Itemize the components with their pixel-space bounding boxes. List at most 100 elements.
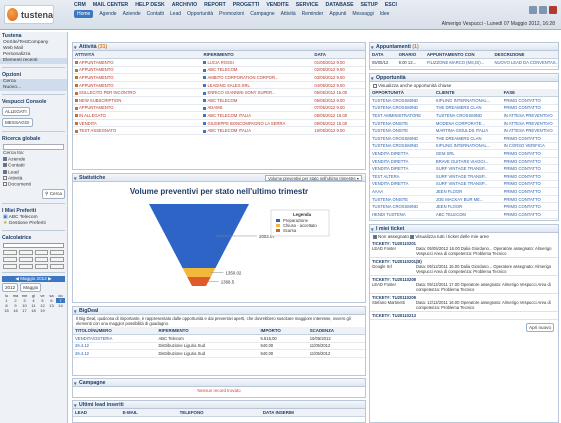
table-row[interactable]: TEST AMMINISTRATORE TUSTENA CROSSMIND IN A… xyxy=(370,111,558,120)
collapse-icon[interactable]: ▾ xyxy=(371,226,374,234)
submenu-aziende[interactable]: Aziende xyxy=(123,11,141,17)
calculator[interactable] xyxy=(3,243,64,270)
cell[interactable]: HENDI TUSTENA xyxy=(370,210,434,219)
reference-link[interactable]: LUCIA ROSSI xyxy=(201,58,313,67)
submenu-messaggi[interactable]: Messaggi xyxy=(352,11,373,17)
cell[interactable]: IN ATTESA PREVENTIVO xyxy=(501,119,558,128)
checkbox-icon[interactable] xyxy=(410,234,415,239)
menu-progetti[interactable]: PROGETTI xyxy=(233,2,260,8)
reference-link[interactable]: ABC TELECOM ITALIA xyxy=(201,126,313,135)
cell[interactable]: PRIMO CONTATTO xyxy=(501,149,558,158)
table-row[interactable]: NEW SUBSCRIPTION ABC TELECOM 05/05/2012 9.… xyxy=(73,96,365,105)
cell[interactable]: TUSTENA CROSSMIND xyxy=(433,111,502,120)
ticket-item[interactable]: TICKET#: TU20110201 LEAD Foster Data: 05/0… xyxy=(370,240,558,258)
minimize-icon[interactable] xyxy=(529,6,537,14)
menu-mail-center[interactable]: MAIL CENTER xyxy=(93,2,128,8)
checkbox-icon[interactable] xyxy=(373,83,377,88)
submenu-home[interactable]: Home xyxy=(74,10,94,18)
cell[interactable]: MARTINA GIOULDS ITALIA xyxy=(433,126,502,135)
checkbox-icon[interactable] xyxy=(3,175,7,180)
submenu-attivit-[interactable]: Attività xyxy=(281,11,296,17)
activity-link[interactable]: APPUNTAMENTO xyxy=(73,58,202,67)
maximize-icon[interactable] xyxy=(539,6,547,14)
menu-archivio[interactable]: ARCHIVIO xyxy=(172,2,197,8)
table-row[interactable]: TUSTENA CROSSMIND KIPLING INTERNATIONAL..… xyxy=(370,142,558,151)
cell[interactable]: VENDITA DIRETTA xyxy=(370,149,434,158)
cell[interactable]: GEM SRL xyxy=(433,149,502,158)
table-row[interactable]: AAAA JEEN FLOOR PRIMO CONTATTO xyxy=(370,187,558,196)
cell[interactable]: THE DREAMERS CLAN xyxy=(433,134,502,143)
cell[interactable]: SURF VINTAGE TRANSP... xyxy=(433,180,502,189)
new-ticket-button[interactable]: Apri nuovo xyxy=(526,323,554,332)
submenu-idee[interactable]: Idee xyxy=(380,11,390,17)
table-row[interactable]: HENDI TUSTENA ABC TELECOM PRIMO CONTATTO xyxy=(370,210,558,219)
cell[interactable]: JEEN FLOOR xyxy=(433,202,502,211)
activity-link[interactable]: IN ALLEGATO xyxy=(73,111,202,120)
cell[interactable]: TUSTENA CROSSMIND xyxy=(370,142,434,151)
calendar-day[interactable]: 16 xyxy=(11,308,20,313)
menu-report[interactable]: REPORT xyxy=(204,2,226,8)
cell[interactable]: PRIMO CONTATTO xyxy=(501,187,558,196)
table-row[interactable]: TUSTENA CROSSMIND THE DREAMERS CLAN PRIMO … xyxy=(370,104,558,113)
cell[interactable]: TEST ALTERA xyxy=(370,172,434,181)
checkbox-icon[interactable] xyxy=(3,157,7,161)
ticket-item[interactable]: TICKET#: TU20110209 Stefano Martinetti Dat… xyxy=(370,294,558,312)
menu-database[interactable]: DATABASE xyxy=(325,2,353,8)
cell[interactable]: PRIMO CONTATTO xyxy=(501,157,558,166)
cell[interactable]: KIPLING INTERNATIONAL... xyxy=(433,142,502,151)
cell[interactable]: PRIMO CONTATTO xyxy=(501,180,558,189)
table-row[interactable]: VENDITA/OSTERIA ABC Telecom 5.515,00 10/05/… xyxy=(73,334,365,343)
table-row[interactable]: TUSTENA ONSITE MARTINA GIOULDS ITALIA IN A… xyxy=(370,126,558,135)
collapse-icon[interactable]: ▾ xyxy=(74,402,77,410)
cell[interactable]: PRIMO CONTATTO xyxy=(501,96,558,105)
reference-link[interactable]: ABC TELECOM xyxy=(201,96,313,105)
cell[interactable]: VENDITA DIRETTA xyxy=(370,164,434,173)
cell[interactable]: BRAVE GUITARS VIAGGI... xyxy=(433,157,502,166)
cell[interactable]: TEST AMMINISTRATORE xyxy=(370,111,434,120)
cell[interactable]: SURF VINTAGE TRANSP... xyxy=(433,172,502,181)
submenu-appunti[interactable]: Appunti xyxy=(329,11,346,17)
menu-esci[interactable]: ESCI xyxy=(385,2,397,8)
cell[interactable]: PRIMO CONTATTO xyxy=(501,104,558,113)
cell[interactable]: VENDITA DIRETTA xyxy=(370,180,434,189)
table-row[interactable]: TUSTENA CROSSMIND THE DREAMERS CLAN PRIMO … xyxy=(370,134,558,143)
chevron-left-icon[interactable]: ◀ xyxy=(15,276,19,281)
calendar-day[interactable]: 14 xyxy=(56,303,65,308)
mini-calendar[interactable]: lu ma me gi ve sa do 1 2 3 4 5 6 7 8 9 10 11 12 13 14 15 16 17 1… xyxy=(2,293,65,313)
app-logo[interactable]: tustena xyxy=(4,5,54,24)
table-row[interactable]: IN ALLEGATO ABC TELECOM ITALIA 08/05/2012 … xyxy=(73,111,365,120)
collapse-icon[interactable]: ▾ xyxy=(74,175,77,183)
cell[interactable]: PRIMO CONTATTO xyxy=(501,172,558,181)
cell[interactable]: ABC TELECOM xyxy=(433,210,502,219)
attachments-button[interactable]: ALLEGATI xyxy=(2,107,30,116)
table-row[interactable]: TUSTENA ONSITE JOE MACKAY BUR ME... PRIMO … xyxy=(370,195,558,204)
cell[interactable]: 26.4.12 xyxy=(73,342,157,351)
menu-vendite[interactable]: VENDITE xyxy=(266,2,288,8)
activity-link[interactable]: APPUNTAMENTO xyxy=(73,66,202,75)
cell[interactable]: PRIMO CONTATTO xyxy=(501,134,558,143)
table-row[interactable]: VENDITA DIRETTA SURF VINTAGE TRANSP... PRI… xyxy=(370,164,558,173)
chart-select[interactable]: Volume preventivi per stato nell'ultimo … xyxy=(265,175,362,181)
table-row[interactable]: 26.4.12 Distribuzione Liguria Sud 540,00 11… xyxy=(73,342,365,351)
table-row[interactable]: 26.4.12 Distribuzione Liguria Sud 540,00 11… xyxy=(73,349,365,358)
favorite-manage[interactable]: ★ Gestione Preferiti xyxy=(0,221,67,227)
cell[interactable]: IN ATTESA PREVENTIVO xyxy=(501,111,558,120)
table-row[interactable]: TUSTENA CROSSMIND KIPLING INTERNATIONAL..… xyxy=(370,96,558,105)
cell[interactable]: TUSTENA CROSSMIND xyxy=(370,104,434,113)
calendar-day[interactable]: 13 xyxy=(47,303,56,308)
cell[interactable]: TUSTENA ONSITE xyxy=(370,126,434,135)
collapse-icon[interactable]: ▾ xyxy=(371,44,374,52)
cell[interactable]: AAAA xyxy=(370,187,434,196)
reference-link[interactable]: ENRICO GIANNINI SONY SUPER... xyxy=(201,88,313,97)
ticket-id[interactable]: TICKET#: TU20110213 xyxy=(372,313,416,318)
collapse-icon[interactable]: ▾ xyxy=(371,75,374,83)
cell[interactable]: VENDITA DIRETTA xyxy=(370,157,434,166)
table-row[interactable]: VENDITA DIRETTA BRAVE GUITARS VIAGGI... PR… xyxy=(370,157,558,166)
cell[interactable]: 26.4.12 xyxy=(73,349,157,358)
activity-link[interactable]: APPUNTAMENTO xyxy=(73,73,202,82)
table-row[interactable]: 05/05/12 9.00 13... FILIZZONE MARCO (MS,DI… xyxy=(370,58,558,67)
messages-button[interactable]: MESSAGGI xyxy=(2,118,33,127)
cell[interactable]: JEEN FLOOR xyxy=(433,187,502,196)
activity-link[interactable]: APPUNTAMENTO xyxy=(73,104,202,113)
table-row[interactable]: APPUNTAMENTO ABC TELECOM 02/05/2012 9.00 xyxy=(73,66,365,75)
